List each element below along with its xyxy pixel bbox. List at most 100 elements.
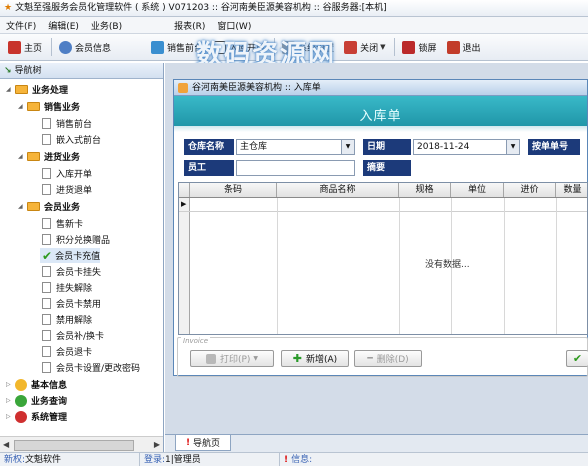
toolbar: 主页 会员信息 销售前台 入库开单 系统设置 关闭 ▼ 锁屏 退出 [0,34,588,61]
expand-icon[interactable]: ▷ [6,397,13,404]
add-button[interactable]: ✚ 新增(A) [281,350,349,367]
folder-icon [15,394,27,407]
system-settings-button[interactable]: 系统设置 [278,37,338,58]
column-header-product-name[interactable]: 商品名称 [277,183,399,197]
confirm-button[interactable]: ✔ [566,350,588,367]
scroll-right-icon[interactable]: ▶ [154,440,160,449]
column-header-cost[interactable]: 进价 [504,183,556,197]
sales-front-button[interactable]: 销售前台 [147,37,207,58]
menu-edit[interactable]: 编辑(E) [48,19,79,32]
expand-icon[interactable]: ▷ [6,381,13,388]
tree-item-points-gift[interactable]: 积分兑换赠品 [40,232,110,247]
alert-icon: ! [185,437,191,448]
tab-navigation-page[interactable]: ! 导航页 [175,435,231,451]
page-icon [42,298,51,309]
exit-button[interactable]: 退出 [443,37,485,58]
close-icon [344,40,358,54]
child-window-titlebar[interactable]: 谷河南美臣源美容机构 :: 入库单 [174,80,587,96]
arrow-icon: ↘ [4,66,12,76]
chevron-down-icon[interactable]: ▼ [506,140,519,154]
staff-label: 员工 [184,160,234,176]
product-grid[interactable]: 条码 商品名称 规格 单位 进价 数量 ▶ 没有数据... [178,182,588,335]
order-number-label: 按单单号 [528,139,580,155]
members-icon [59,40,73,54]
tree-item-unlost[interactable]: 挂失解除 [40,280,92,295]
expand-icon[interactable]: ▷ [6,413,13,420]
tree-item-card-charge[interactable]: ✔ 会员卡充值 [40,248,101,263]
tree-item-card-replace[interactable]: 会员补/换卡 [40,328,104,343]
cart-icon [151,40,165,54]
scroll-left-icon[interactable]: ◀ [3,440,9,449]
home-button[interactable]: 主页 [4,37,46,58]
tree-item-card-return[interactable]: 会员退卡 [40,344,92,359]
delete-button[interactable]: ━ 删除(D) [354,350,422,367]
page-icon [42,184,51,195]
column-header-quantity[interactable]: 数量 [556,183,587,197]
folder-icon [15,378,27,391]
warehouse-select[interactable]: 主仓库 ▼ [236,139,355,155]
chevron-down-icon: ▼ [380,43,386,51]
menu-report[interactable]: 报表(R) [174,19,205,32]
window-title: 文魁至强服务会员化管理软件 ( 系统 ) V071203 :: 谷河南美臣源美容… [15,3,387,13]
date-picker[interactable]: 2018-11-24 ▼ [413,139,520,155]
tree-item-undisable[interactable]: 禁用解除 [40,312,92,327]
tree-node-biz[interactable]: ◢ 业务处理 [6,82,68,97]
folder-icon [27,102,40,111]
column-divider [504,198,505,334]
invoice-group-label: Invoice [181,337,211,345]
document-icon [213,40,227,54]
menu-file[interactable]: 文件(F) [6,19,36,32]
chevron-down-icon[interactable]: ▼ [341,140,354,154]
tree-node-basic-info[interactable]: ▷ 基本信息 [6,377,67,392]
menu-business[interactable]: 业务(B) [91,19,122,32]
tree-node-biz-query[interactable]: ▷ 业务查询 [6,393,67,408]
collapse-icon[interactable]: ◢ [18,153,25,160]
scrollbar-thumb[interactable] [14,440,134,451]
column-header-spec[interactable]: 规格 [399,183,451,197]
tree-node-purchase[interactable]: ◢ 进货业务 [18,149,80,164]
warehouse-label: 仓库名称 [184,139,234,155]
page-icon [42,234,51,245]
title-bar: ★ 文魁至强服务会员化管理软件 ( 系统 ) V071203 :: 谷河南美臣源美… [0,0,588,17]
tree-item-card-disable[interactable]: 会员卡禁用 [40,296,101,311]
lock-screen-button[interactable]: 锁屏 [398,37,440,58]
date-label: 日期 [363,139,411,155]
page-icon [42,362,51,373]
print-button[interactable]: 打印(P) ▼ [190,350,274,367]
folder-icon [27,152,40,161]
close-button[interactable]: 关闭 ▼ [340,37,389,58]
tree-node-sys-mgmt[interactable]: ▷ 系统管理 [6,409,67,424]
status-login: 登录:1|管理员 [140,452,280,466]
toolbar-divider [394,38,396,56]
column-header-barcode[interactable]: 条码 [190,183,277,197]
column-header-unit[interactable]: 单位 [451,183,504,197]
collapse-icon[interactable]: ◢ [18,203,25,210]
nav-tree: ◢ 业务处理 ◢ 销售业务 销售前台 嵌入式前台 ◢ 进货业务 入库开单 进货退单 ◢… [0,79,163,435]
tree-node-member[interactable]: ◢ 会员业务 [18,199,80,214]
chevron-down-icon: ▼ [253,355,259,362]
staff-input[interactable] [236,160,355,176]
window-icon [178,83,188,93]
tree-node-sales[interactable]: ◢ 销售业务 [18,99,80,114]
tree-item-return-order[interactable]: 进货退单 [40,182,92,197]
tree-item-card-lost[interactable]: 会员卡挂失 [40,264,101,279]
table-row[interactable] [179,198,587,212]
tree-item-embed-front[interactable]: 嵌入式前台 [40,132,101,147]
tree-item-in-order[interactable]: 入库开单 [40,166,92,181]
horizontal-scrollbar[interactable]: ◀ ▶ [0,436,163,453]
menu-window[interactable]: 窗口(W) [217,19,251,32]
tree-item-sales-front[interactable]: 销售前台 [40,116,92,131]
column-divider [556,198,557,334]
collapse-icon[interactable]: ◢ [6,86,13,93]
plus-icon: ✚ [292,352,303,365]
tree-item-card-new[interactable]: 售新卡 [40,216,83,231]
checkmark-icon: ✔ [42,248,53,263]
page-icon [42,168,51,179]
empty-grid-message: 没有数据... [425,260,470,270]
in-order-button[interactable]: 入库开单 [209,37,269,58]
member-info-button[interactable]: 会员信息 [55,37,115,58]
column-divider [399,198,400,334]
collapse-icon[interactable]: ◢ [18,103,25,110]
tree-item-card-password[interactable]: 会员卡设置/更改密码 [40,360,140,375]
toolbar-divider [51,38,53,56]
